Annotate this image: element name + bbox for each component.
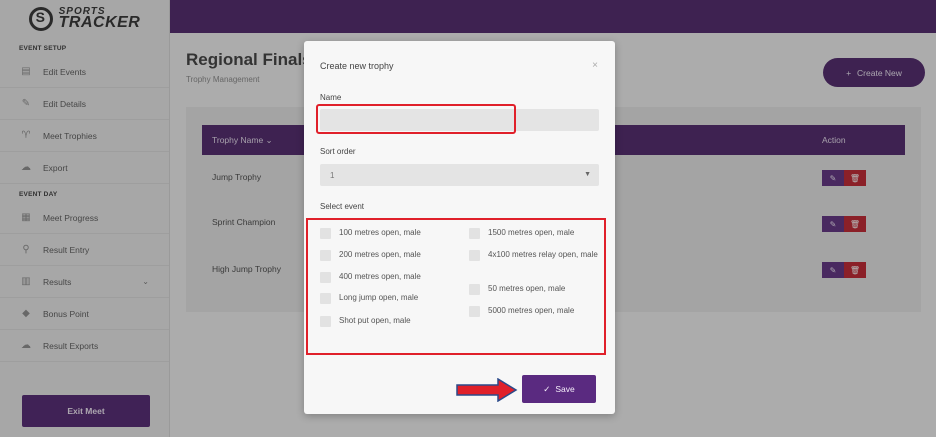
name-highlight-annotation: [316, 104, 516, 134]
sort-order-select[interactable]: 1 ▼: [320, 164, 599, 186]
modal-title: Create new trophy: [320, 61, 394, 71]
sort-order-value: 1: [330, 171, 335, 180]
save-label: Save: [555, 384, 575, 394]
arrow-annotation-icon: [456, 378, 518, 402]
select-event-label: Select event: [320, 202, 365, 211]
events-highlight-annotation: [306, 218, 606, 355]
save-button[interactable]: ✓ Save: [522, 375, 596, 403]
sort-order-label: Sort order: [320, 147, 356, 156]
close-icon[interactable]: ×: [592, 60, 598, 71]
dropdown-arrow-icon: ▼: [584, 171, 591, 178]
checkmark-icon: ✓: [543, 383, 551, 394]
name-label: Name: [320, 93, 342, 102]
